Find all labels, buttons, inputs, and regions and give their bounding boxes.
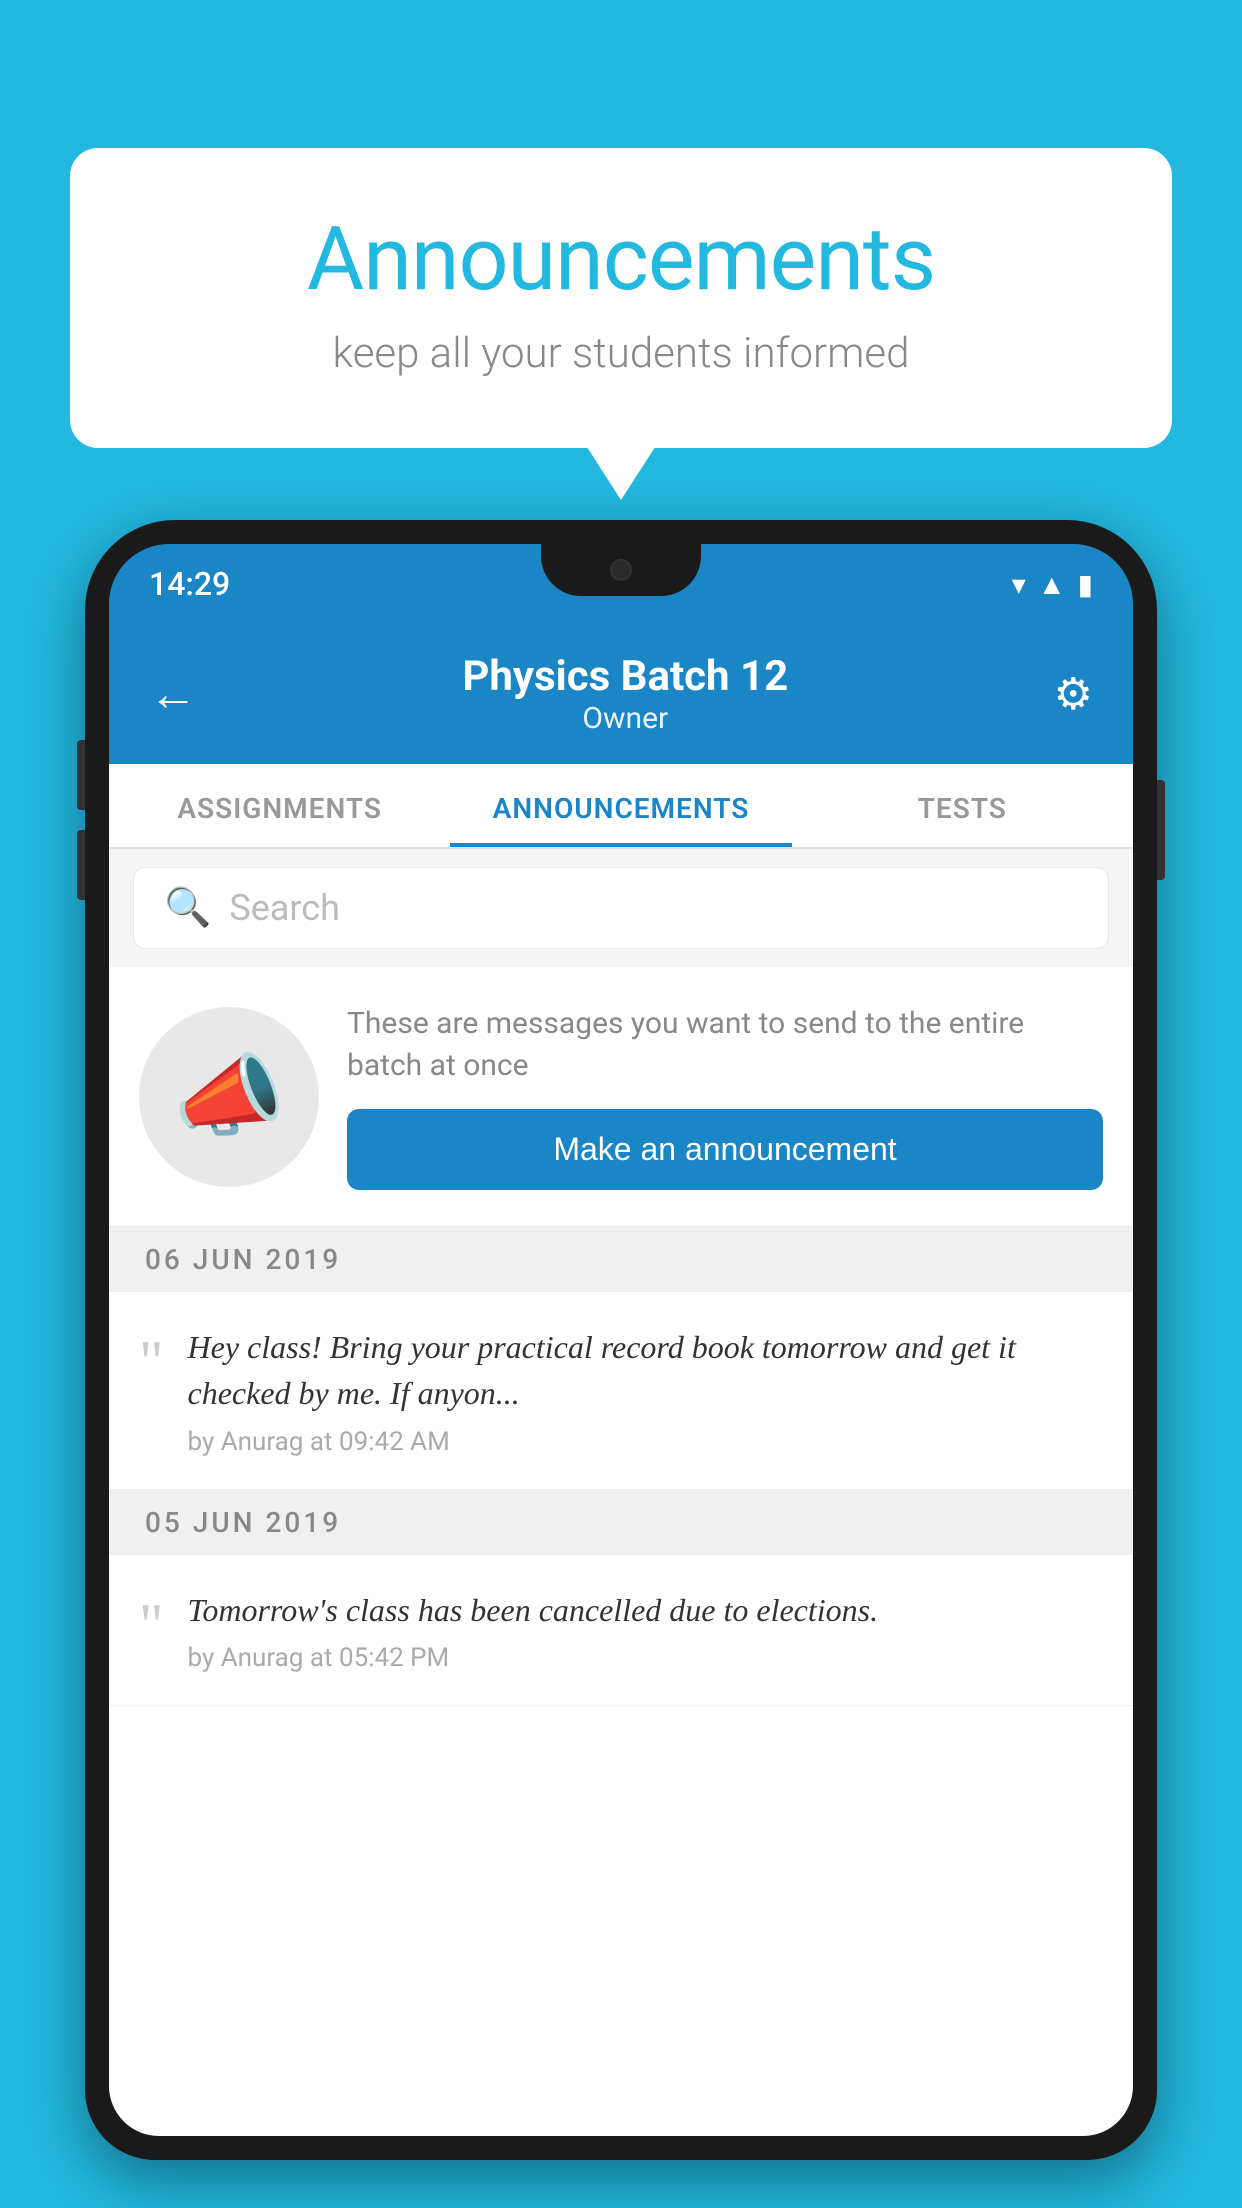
status-icons: ▾ ▲ ▮ xyxy=(1012,568,1093,601)
volume-up-button xyxy=(77,740,85,810)
battery-icon: ▮ xyxy=(1078,568,1093,601)
announcement-prompt: 📣 These are messages you want to send to… xyxy=(109,967,1133,1227)
quote-icon-2: " xyxy=(139,1595,164,1655)
speech-bubble-title: Announcements xyxy=(150,208,1092,311)
announcement-item-1[interactable]: " Hey class! Bring your practical record… xyxy=(109,1292,1133,1490)
announcement-text-2: Tomorrow's class has been cancelled due … xyxy=(188,1587,1104,1633)
announcement-content-1: Hey class! Bring your practical record b… xyxy=(188,1324,1104,1457)
signal-icon: ▲ xyxy=(1038,568,1066,601)
header-role: Owner xyxy=(197,701,1054,736)
prompt-right: These are messages you want to send to t… xyxy=(347,1003,1103,1190)
tab-tests[interactable]: TESTS xyxy=(792,764,1133,847)
tab-announcements[interactable]: ANNOUNCEMENTS xyxy=(450,764,791,847)
search-container: 🔍 Search xyxy=(109,849,1133,967)
volume-down-button xyxy=(77,830,85,900)
quote-icon-1: " xyxy=(139,1332,164,1392)
wifi-icon: ▾ xyxy=(1012,568,1026,601)
phone-mockup: 14:29 ▾ ▲ ▮ ← Physics Batch 12 Owner ⚙ xyxy=(85,520,1157,2208)
front-camera xyxy=(610,559,632,581)
speech-bubble-subtitle: keep all your students informed xyxy=(150,329,1092,378)
status-bar: 14:29 ▾ ▲ ▮ xyxy=(109,544,1133,624)
app-header: ← Physics Batch 12 Owner ⚙ xyxy=(109,624,1133,764)
announcement-meta-2: by Anurag at 05:42 PM xyxy=(188,1643,1104,1673)
make-announcement-button[interactable]: Make an announcement xyxy=(347,1109,1103,1190)
megaphone-icon: 📣 xyxy=(173,1044,285,1149)
search-bar[interactable]: 🔍 Search xyxy=(133,867,1109,949)
speech-bubble: Announcements keep all your students inf… xyxy=(70,148,1172,448)
announcement-meta-1: by Anurag at 09:42 AM xyxy=(188,1427,1104,1457)
megaphone-circle: 📣 xyxy=(139,1007,319,1187)
status-time: 14:29 xyxy=(149,565,230,603)
speech-bubble-container: Announcements keep all your students inf… xyxy=(70,148,1172,448)
announcement-item-2[interactable]: " Tomorrow's class has been cancelled du… xyxy=(109,1555,1133,1706)
search-icon: 🔍 xyxy=(164,886,211,930)
phone-outer-shell: 14:29 ▾ ▲ ▮ ← Physics Batch 12 Owner ⚙ xyxy=(85,520,1157,2160)
back-button[interactable]: ← xyxy=(149,670,197,718)
tabs-bar: ASSIGNMENTS ANNOUNCEMENTS TESTS xyxy=(109,764,1133,849)
announcement-text-1: Hey class! Bring your practical record b… xyxy=(188,1324,1104,1417)
date-separator-1: 06 JUN 2019 xyxy=(109,1227,1133,1292)
power-button xyxy=(1157,780,1165,880)
phone-notch xyxy=(541,544,701,596)
header-title-group: Physics Batch 12 Owner xyxy=(197,652,1054,736)
prompt-description: These are messages you want to send to t… xyxy=(347,1003,1103,1087)
batch-name: Physics Batch 12 xyxy=(197,652,1054,701)
date-separator-2: 05 JUN 2019 xyxy=(109,1490,1133,1555)
phone-screen: ← Physics Batch 12 Owner ⚙ ASSIGNMENTS A… xyxy=(109,624,1133,2136)
announcement-content-2: Tomorrow's class has been cancelled due … xyxy=(188,1587,1104,1673)
settings-icon[interactable]: ⚙ xyxy=(1054,668,1093,720)
tab-assignments[interactable]: ASSIGNMENTS xyxy=(109,764,450,847)
search-placeholder: Search xyxy=(229,887,340,929)
